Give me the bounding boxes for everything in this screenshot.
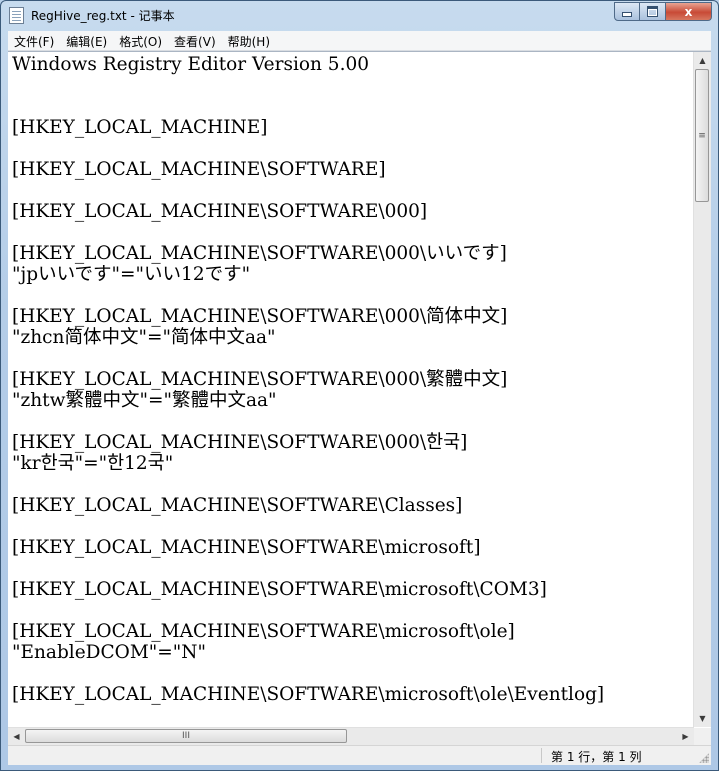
text-line: [HKEY_LOCAL_MACHINE]	[12, 117, 268, 138]
notepad-window: RegHive_reg.txt - 记事本 x 文件(F) 编辑(E) 格式(O…	[0, 0, 719, 771]
text-line: "jpいいです"="いい12です"	[12, 264, 251, 285]
cursor-position: 第 1 行，第 1 列	[551, 750, 642, 764]
text-line	[12, 516, 692, 537]
text-line: "zhcn简体中文"="简体中文aa"	[12, 327, 276, 348]
vertical-scroll-thumb[interactable]: ≡	[695, 69, 709, 202]
vertical-scrollbar[interactable]: ▲ ≡ ▼	[693, 52, 711, 727]
horizontal-scrollbar[interactable]: ◀ III ▶	[8, 727, 694, 745]
scroll-up-button[interactable]: ▲	[694, 52, 711, 69]
text-line: [HKEY_LOCAL_MACHINE\SOFTWARE\microsoft\o…	[12, 621, 515, 642]
text-line: "EnableDCOM"="N"	[12, 642, 206, 663]
caption-buttons: x	[614, 2, 712, 21]
text-line: [HKEY_LOCAL_MACHINE\SOFTWARE\microsoft\C…	[12, 579, 547, 600]
grip-icon: ≡	[698, 130, 706, 141]
menu-format[interactable]: 格式(O)	[113, 31, 168, 50]
arrow-down-icon: ▼	[699, 714, 706, 723]
scroll-left-button[interactable]: ◀	[8, 728, 25, 745]
text-line: [HKEY_LOCAL_MACHINE\SOFTWARE]	[12, 159, 386, 180]
text-line: [HKEY_LOCAL_MACHINE\SOFTWARE\microsoft]	[12, 537, 481, 558]
menu-edit[interactable]: 编辑(E)	[60, 31, 113, 50]
text-editor[interactable]: Windows Registry Editor Version 5.00 [HK…	[8, 51, 711, 745]
menu-bar: 文件(F) 编辑(E) 格式(O) 查看(V) 帮助(H)	[8, 31, 711, 51]
text-line: [HKEY_LOCAL_MACHINE\SOFTWARE\microsoft\o…	[12, 684, 605, 705]
arrow-up-icon: ▲	[699, 56, 706, 65]
text-line: [HKEY_LOCAL_MACHINE\SOFTWARE\Classes]	[12, 495, 463, 516]
window-title: RegHive_reg.txt - 记事本	[31, 9, 175, 23]
text-line	[12, 411, 692, 432]
text-line	[12, 663, 692, 684]
scroll-right-button[interactable]: ▶	[677, 728, 694, 745]
text-line	[12, 180, 692, 201]
text-line	[12, 222, 692, 243]
text-line: [HKEY_LOCAL_MACHINE\SOFTWARE\000\简体中文]	[12, 306, 508, 327]
text-line	[12, 348, 692, 369]
horizontal-scroll-thumb[interactable]: III	[25, 729, 347, 743]
text-line: [HKEY_LOCAL_MACHINE\SOFTWARE\000\いいです]	[12, 243, 507, 264]
title-bar[interactable]: RegHive_reg.txt - 记事本 x	[1, 1, 718, 31]
status-bar: 第 1 行，第 1 列	[8, 745, 711, 765]
menu-file[interactable]: 文件(F)	[8, 31, 60, 50]
arrow-left-icon: ◀	[13, 732, 20, 741]
notepad-icon[interactable]	[9, 7, 24, 24]
scroll-down-button[interactable]: ▼	[694, 710, 711, 727]
status-divider	[541, 748, 542, 763]
close-button[interactable]: x	[666, 2, 712, 21]
grip-icon: III	[182, 731, 190, 741]
maximize-button[interactable]	[640, 2, 666, 21]
menu-help[interactable]: 帮助(H)	[222, 31, 276, 50]
menu-view[interactable]: 查看(V)	[168, 31, 222, 50]
minimize-icon	[622, 12, 632, 17]
text-line	[12, 558, 692, 579]
text-line: [HKEY_LOCAL_MACHINE\SOFTWARE\000]	[12, 201, 428, 222]
arrow-right-icon: ▶	[682, 732, 689, 741]
text-line: Windows Registry Editor Version 5.00	[12, 54, 370, 75]
minimize-button[interactable]	[614, 2, 640, 21]
text-line	[12, 600, 692, 621]
text-line	[12, 96, 692, 117]
client-area: 文件(F) 编辑(E) 格式(O) 查看(V) 帮助(H) Windows Re…	[8, 31, 711, 765]
text-line: [HKEY_LOCAL_MACHINE\SOFTWARE\000\한국]	[12, 432, 468, 453]
text-line: [HKEY_LOCAL_MACHINE\SOFTWARE\000\繁體中文]	[12, 369, 508, 390]
maximize-icon	[647, 6, 658, 17]
text-line	[12, 474, 692, 495]
text-line	[12, 138, 692, 159]
text-content[interactable]: Windows Registry Editor Version 5.00 [HK…	[12, 54, 692, 722]
scrollbar-corner	[694, 728, 711, 745]
text-line	[12, 75, 692, 96]
text-line: "kr한국"="한12국"	[12, 453, 174, 474]
text-line	[12, 285, 692, 306]
resize-grip-icon[interactable]	[699, 753, 709, 763]
close-icon: x	[684, 4, 693, 19]
text-line: "zhtw繁體中文"="繁體中文aa"	[12, 390, 277, 411]
